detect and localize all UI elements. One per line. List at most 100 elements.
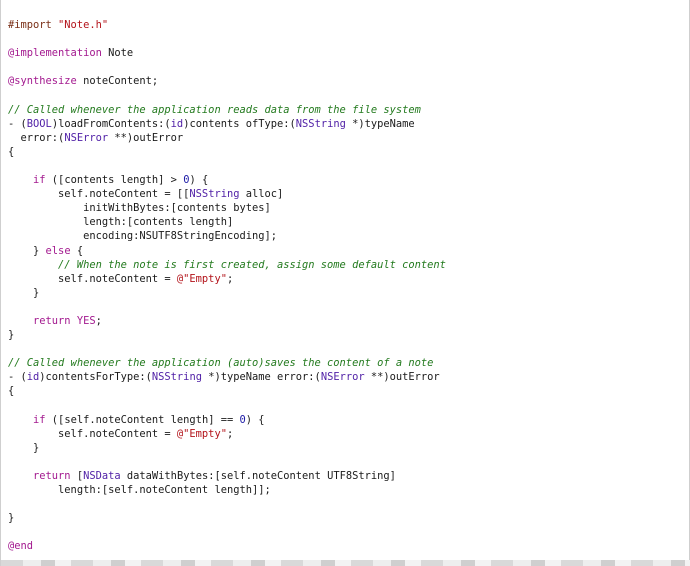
code-token: { — [8, 385, 15, 398]
code-line[interactable] — [8, 32, 446, 46]
code-token: @"Empty" — [176, 427, 227, 440]
code-line[interactable]: { — [8, 145, 446, 159]
code-token: *)typeName — [345, 117, 415, 130]
code-line[interactable] — [8, 88, 446, 102]
code-token: ) { — [189, 174, 209, 187]
code-token: encoding:NSUTF8StringEncoding]; — [8, 230, 277, 243]
code-token: self.noteContent = [[ — [8, 188, 190, 201]
code-line[interactable]: if ([self.noteContent length] == 0) { — [8, 413, 446, 427]
code-line[interactable]: { — [8, 384, 446, 398]
code-token: { — [8, 145, 15, 158]
code-line[interactable]: encoding:NSUTF8StringEncoding]; — [8, 229, 446, 243]
code-line[interactable] — [8, 455, 446, 469]
code-token: self.noteContent = — [8, 272, 177, 285]
code-token: Note — [101, 47, 134, 60]
code-token: [ — [70, 470, 84, 482]
code-token: NSError — [320, 371, 365, 384]
code-line[interactable]: return YES; — [8, 314, 446, 328]
code-token: *)typeName error:( — [201, 371, 321, 384]
code-token: **)outError — [108, 131, 184, 144]
code-token: ; — [95, 314, 102, 327]
code-token: if — [33, 413, 46, 426]
code-line[interactable]: } else { — [8, 244, 446, 258]
code-token: // Called whenever the application reads… — [8, 103, 421, 116]
code-line[interactable]: self.noteContent = @"Empty"; — [8, 272, 446, 286]
code-token: ([contents length] > — [45, 174, 184, 187]
code-token: ) { — [245, 413, 265, 426]
code-token: @"Empty" — [176, 272, 227, 285]
code-token: ; — [226, 272, 234, 285]
code-line[interactable] — [8, 525, 446, 539]
code-line[interactable]: length:[self.noteContent length]]; — [8, 483, 446, 497]
code-token: if — [33, 174, 46, 187]
code-line[interactable] — [8, 399, 446, 413]
code-line[interactable]: #import "Note.h" — [8, 18, 446, 32]
code-line[interactable] — [8, 342, 446, 356]
code-token: // When the note is first created, assig… — [58, 258, 446, 271]
code-line[interactable] — [8, 60, 446, 74]
code-line[interactable]: if ([contents length] > 0) { — [8, 173, 446, 187]
code-token: NSString — [295, 117, 346, 130]
code-token: id — [170, 117, 184, 130]
code-token: "Note.h" — [58, 19, 109, 31]
code-token: @synthesize — [8, 75, 77, 88]
code-line[interactable] — [8, 300, 446, 314]
code-token: YES — [76, 314, 96, 327]
code-editor[interactable]: #import "Note.h" @implementation Note @syn… — [0, 0, 690, 566]
code-token: length:[contents length] — [8, 216, 234, 229]
code-token: initWithBytes:[contents bytes] — [8, 202, 271, 215]
code-token: return — [33, 470, 71, 482]
code-token: return — [33, 314, 71, 327]
code-line[interactable]: } — [8, 441, 446, 455]
code-line[interactable]: return [NSData dataWithBytes:[self.noteC… — [8, 469, 446, 483]
code-token: dataWithBytes:[self.noteContent UTF8Stri… — [120, 470, 396, 482]
code-token: // Called whenever the application (auto… — [8, 357, 434, 370]
code-line[interactable]: } — [8, 511, 446, 525]
code-line[interactable]: error:(NSError **)outError — [8, 131, 446, 145]
code-token: } — [8, 512, 15, 525]
code-token: )loadFromContents:( — [51, 117, 171, 130]
code-line[interactable]: } — [8, 328, 446, 342]
source-code[interactable]: #import "Note.h" @implementation Note @syn… — [8, 18, 446, 554]
code-line[interactable]: // Called whenever the application reads… — [8, 103, 446, 117]
code-line[interactable]: // Called whenever the application (auto… — [8, 356, 446, 370]
code-token: { — [70, 244, 84, 257]
code-token: NSString — [151, 371, 202, 384]
code-token: @implementation — [8, 47, 102, 60]
code-line[interactable]: self.noteContent = [[NSString alloc] — [8, 187, 446, 201]
code-token: noteContent; — [76, 75, 159, 88]
code-line[interactable]: - (id)contentsForType:(NSString *)typeNa… — [8, 370, 446, 384]
code-token: #import — [8, 19, 59, 31]
code-token: alloc] — [239, 188, 284, 201]
code-token: - ( — [8, 371, 27, 384]
code-token: - ( — [8, 117, 27, 130]
code-line[interactable]: } — [8, 286, 446, 300]
code-token: @end — [8, 540, 34, 553]
code-line[interactable]: // When the note is first created, assig… — [8, 258, 446, 272]
code-token: NSString — [189, 188, 240, 201]
code-token: NSError — [64, 131, 109, 144]
code-line[interactable]: @end — [8, 539, 446, 553]
code-token: else — [45, 244, 71, 257]
code-line[interactable]: @synthesize noteContent; — [8, 74, 446, 88]
code-token: self.noteContent = — [8, 427, 177, 440]
code-token: )contentsForType:( — [39, 371, 152, 384]
code-token: )contents ofType:( — [183, 117, 296, 130]
code-line[interactable]: @implementation Note — [8, 46, 446, 60]
code-line[interactable]: length:[contents length] — [8, 215, 446, 229]
code-token: ; — [226, 427, 234, 440]
code-line[interactable] — [8, 497, 446, 511]
code-token: } — [8, 329, 15, 342]
code-token: } — [8, 244, 46, 257]
code-line[interactable]: initWithBytes:[contents bytes] — [8, 201, 446, 215]
code-token: BOOL — [26, 117, 52, 130]
code-line[interactable]: - (BOOL)loadFromContents:(id)contents of… — [8, 117, 446, 131]
code-token: length:[self.noteContent length]]; — [8, 484, 271, 497]
code-token: } — [8, 441, 40, 454]
code-line[interactable]: self.noteContent = @"Empty"; — [8, 427, 446, 441]
code-line[interactable] — [8, 159, 446, 173]
